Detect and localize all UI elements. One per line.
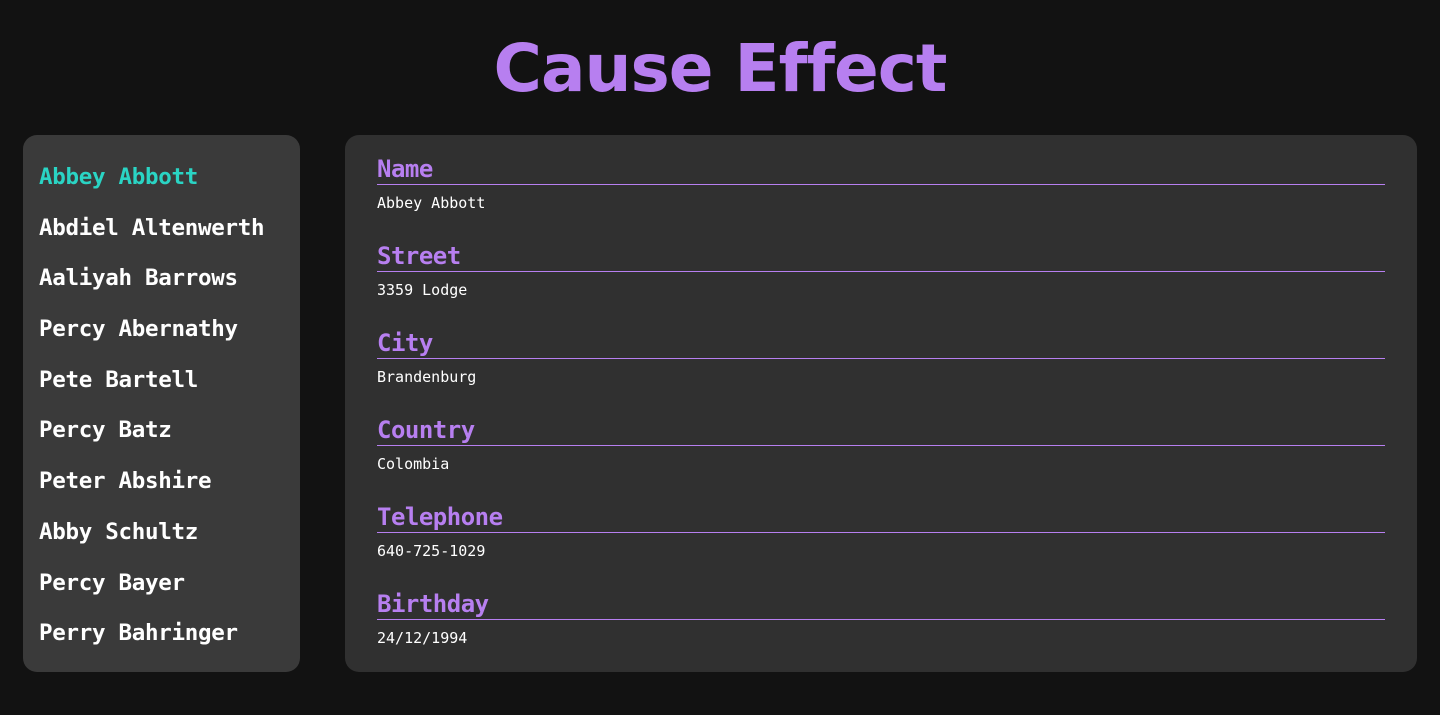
- field-label: Street: [377, 242, 1385, 272]
- field-name: Name Abbey Abbott: [377, 155, 1385, 242]
- field-label: Telephone: [377, 503, 1385, 533]
- field-value: Colombia: [377, 455, 450, 473]
- person-item-aaliyah-barrows[interactable]: Aaliyah Barrows: [23, 260, 300, 311]
- person-item-abbey-abbott[interactable]: Abbey Abbott: [23, 159, 300, 210]
- field-label: Country: [377, 416, 1385, 446]
- person-item-percy-batz[interactable]: Percy Batz: [23, 412, 300, 463]
- field-country: Country Colombia: [377, 416, 1385, 503]
- field-value: 3359 Lodge: [377, 281, 468, 299]
- field-label: City: [377, 329, 1385, 359]
- person-item-pete-bartell[interactable]: Pete Bartell: [23, 362, 300, 413]
- field-city: City Brandenburg: [377, 329, 1385, 416]
- person-detail-panel: Name Abbey Abbott Street 3359 Lodge City…: [345, 135, 1417, 672]
- field-label: Birthday: [377, 590, 1385, 620]
- field-value: 640-725-1029: [377, 542, 486, 560]
- field-value: Brandenburg: [377, 368, 477, 386]
- field-label: Name: [377, 155, 1385, 185]
- person-item-abby-schultz[interactable]: Abby Schultz: [23, 514, 300, 565]
- person-item-peter-abshire[interactable]: Peter Abshire: [23, 463, 300, 514]
- field-value: Abbey Abbott: [377, 194, 486, 212]
- page-title: Cause Effect: [493, 30, 948, 107]
- field-birthday: Birthday 24/12/1994: [377, 590, 1385, 677]
- field-telephone: Telephone 640-725-1029: [377, 503, 1385, 590]
- field-street: Street 3359 Lodge: [377, 242, 1385, 329]
- person-item-percy-bayer[interactable]: Percy Bayer: [23, 565, 300, 616]
- people-list: Abbey Abbott Abdiel Altenwerth Aaliyah B…: [23, 135, 300, 672]
- field-value: 24/12/1994: [377, 629, 468, 647]
- person-item-percy-abernathy[interactable]: Percy Abernathy: [23, 311, 300, 362]
- person-item-abdiel-altenwerth[interactable]: Abdiel Altenwerth: [23, 210, 300, 261]
- person-item-perry-bahringer[interactable]: Perry Bahringer: [23, 615, 300, 666]
